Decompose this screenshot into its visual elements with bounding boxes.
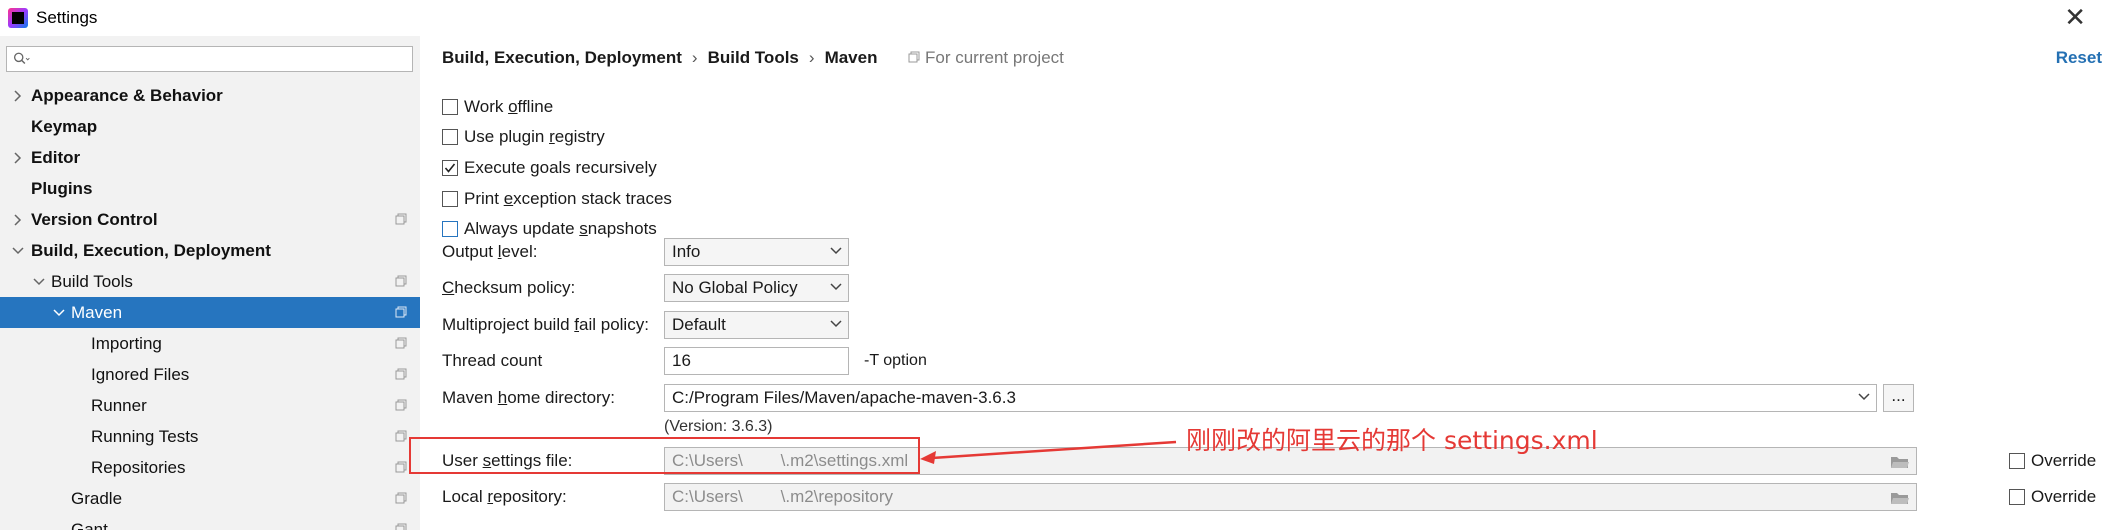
project-scope-icon	[395, 523, 407, 530]
intellij-logo-icon	[8, 8, 28, 28]
checkbox-box[interactable]	[442, 129, 458, 145]
fail-policy-label: Multiproject build fail policy:	[442, 315, 649, 334]
checksum-policy-select[interactable]: No Global Policy	[664, 274, 849, 302]
folder-icon[interactable]	[1890, 490, 1910, 506]
scope-text: For current project	[925, 48, 1064, 67]
breadcrumb-item[interactable]: Build Tools	[708, 48, 799, 67]
output-level-select[interactable]: Info	[664, 238, 849, 266]
sidebar-item-version-control[interactable]: Version Control	[0, 204, 420, 235]
sidebar-item-gradle[interactable]: Gradle	[0, 483, 420, 514]
sidebar-item-label: Keymap	[31, 117, 98, 136]
sidebar-item-build-execution-deployment[interactable]: Build, Execution, Deployment	[0, 235, 420, 266]
maven-home-combobox[interactable]: C:/Program Files/Maven/apache-maven-3.6.…	[664, 384, 1877, 412]
thread-count-hint: -T option	[864, 352, 927, 369]
chevron-down-icon	[830, 320, 842, 328]
search-icon	[13, 52, 30, 65]
sidebar-item-keymap[interactable]: Keymap	[0, 111, 420, 142]
sidebar-item-label: Gant	[71, 520, 108, 530]
project-scope-icon	[395, 275, 407, 287]
close-icon[interactable]: ✕	[2064, 4, 2086, 30]
breadcrumb-item[interactable]: Build, Execution, Deployment	[442, 48, 682, 67]
chevron-right-icon[interactable]	[11, 142, 25, 173]
checkbox-box[interactable]	[442, 191, 458, 207]
sidebar-item-maven[interactable]: Maven	[0, 297, 420, 328]
sidebar-item-label: Build, Execution, Deployment	[31, 241, 271, 260]
project-scope-icon	[908, 51, 920, 63]
project-scope-icon	[395, 492, 407, 504]
sidebar-item-ignored-files[interactable]: Ignored Files	[0, 359, 420, 390]
local-repository-input[interactable]: C:\Users\ \.m2\repository	[664, 483, 1917, 511]
thread-count-input[interactable]: 16	[664, 347, 849, 375]
sidebar-item-importing[interactable]: Importing	[0, 328, 420, 359]
sidebar-item-label: Ignored Files	[91, 365, 190, 384]
maven-home-label: Maven home directory:	[442, 388, 615, 407]
chevron-right-icon[interactable]	[11, 80, 25, 111]
window-title: Settings	[36, 8, 98, 27]
sidebar-item-editor[interactable]: Editor	[0, 142, 420, 173]
chevron-right-icon[interactable]	[11, 204, 25, 235]
browse-maven-home-button[interactable]: ...	[1883, 384, 1914, 412]
checkmark-icon	[444, 163, 456, 173]
settings-sidebar: Appearance & Behavior Keymap Editor Plug…	[0, 36, 420, 530]
sidebar-item-label: Maven	[71, 303, 123, 322]
sidebar-item-label: Plugins	[31, 179, 93, 198]
chevron-down-icon[interactable]	[11, 235, 25, 266]
project-scope-icon	[395, 337, 407, 349]
checksum-policy-label: Checksum policy:	[442, 278, 576, 297]
sidebar-item-gant[interactable]: Gant	[0, 514, 420, 530]
annotation-highlight-box	[409, 437, 920, 474]
thread-count-label: Thread count	[442, 351, 543, 370]
checkbox-box[interactable]	[442, 160, 458, 176]
sidebar-item-appearance[interactable]: Appearance & Behavior	[0, 80, 420, 111]
breadcrumb-item: Maven	[824, 48, 878, 67]
sidebar-item-label: Gradle	[71, 489, 123, 508]
checkbox-box[interactable]	[2009, 489, 2025, 505]
search-input[interactable]	[6, 46, 413, 72]
sidebar-item-label: Build Tools	[51, 272, 133, 291]
reset-link[interactable]: Reset	[2056, 46, 2102, 70]
sidebar-item-label: Importing	[91, 334, 162, 353]
sidebar-item-label: Repositories	[91, 458, 186, 477]
sidebar-item-plugins[interactable]: Plugins	[0, 173, 420, 204]
sidebar-item-repositories[interactable]: Repositories	[0, 452, 420, 483]
project-scope-icon	[395, 213, 407, 225]
annotation-arrow-icon	[920, 440, 1177, 464]
output-level-label: Output level:	[442, 242, 538, 261]
sidebar-item-label: Appearance & Behavior	[31, 86, 223, 105]
local-repository-label: Local repository:	[442, 487, 567, 506]
sidebar-item-label: Runner	[91, 396, 147, 415]
project-scope-icon	[395, 368, 407, 380]
chevron-down-icon[interactable]	[52, 297, 66, 328]
chevron-down-icon	[830, 247, 842, 255]
checkbox-box[interactable]	[442, 221, 458, 237]
sidebar-item-running-tests[interactable]: Running Tests	[0, 421, 420, 452]
breadcrumb-separator: ›	[691, 48, 698, 67]
project-scope-icon	[395, 399, 407, 411]
sidebar-item-label: Running Tests	[91, 427, 199, 446]
breadcrumb: Build, Execution, Deployment › Build Tools…	[442, 46, 877, 70]
project-scope-icon	[395, 461, 407, 473]
scope-label: For current project	[908, 46, 1064, 70]
project-scope-icon	[395, 306, 407, 318]
checkbox-box[interactable]	[442, 99, 458, 115]
checkbox-box[interactable]	[2009, 453, 2025, 469]
title-bar: Settings ✕	[0, 0, 2104, 36]
annotation-text: 刚刚改的阿里云的那个 settings.xml	[1186, 426, 1598, 455]
chevron-down-icon[interactable]	[32, 266, 46, 297]
folder-icon[interactable]	[1890, 454, 1910, 470]
sidebar-item-build-tools[interactable]: Build Tools	[0, 266, 420, 297]
project-scope-icon	[395, 430, 407, 442]
sidebar-item-label: Version Control	[31, 210, 158, 229]
chevron-down-icon[interactable]	[1858, 393, 1870, 401]
chevron-down-icon	[830, 283, 842, 291]
sidebar-item-runner[interactable]: Runner	[0, 390, 420, 421]
breadcrumb-separator: ›	[808, 48, 815, 67]
sidebar-item-label: Editor	[31, 148, 81, 167]
fail-policy-select[interactable]: Default	[664, 311, 849, 339]
